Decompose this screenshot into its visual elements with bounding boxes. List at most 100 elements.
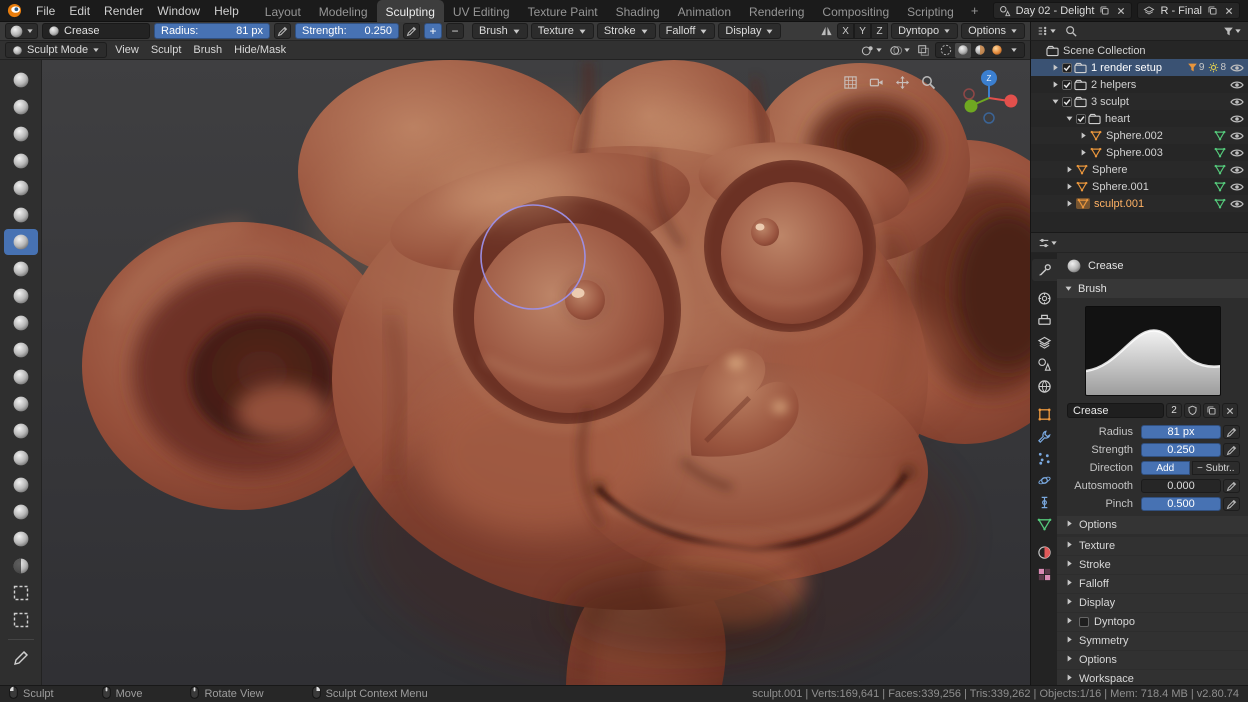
panel-dropdown-display[interactable]: Display — [718, 23, 782, 39]
fake-user-shield-button[interactable] — [1184, 403, 1201, 418]
view-layer-selector[interactable]: R - Final — [1137, 2, 1240, 19]
section-display[interactable]: Display — [1057, 594, 1248, 612]
outliner-row-sphere[interactable]: Sphere — [1031, 161, 1248, 178]
tool-fill-icon[interactable] — [4, 310, 38, 336]
disclosure-right-icon[interactable] — [1065, 182, 1074, 191]
direction-subtr-toggle[interactable]: − Subtr.. — [1191, 461, 1240, 475]
panel-dropdown-falloff[interactable]: Falloff — [658, 23, 716, 39]
tab-compositing[interactable]: Compositing — [813, 0, 898, 22]
tab-uv-editing[interactable]: UV Editing — [444, 0, 519, 22]
tab-texture-paint[interactable]: Texture Paint — [519, 0, 607, 22]
visibility-eye-icon[interactable] — [1230, 63, 1244, 73]
menu-render[interactable]: Render — [97, 0, 150, 22]
tool-simplify-icon[interactable] — [4, 526, 38, 552]
outliner-row-scene-collection[interactable]: Scene Collection — [1031, 42, 1248, 59]
radius-pressure-toggle[interactable] — [274, 23, 291, 39]
gizmos-dropdown[interactable] — [860, 44, 884, 57]
outliner-search-icon[interactable] — [1064, 25, 1078, 37]
remove-view-layer-button[interactable] — [1223, 6, 1235, 16]
disclosure-right-icon[interactable] — [1079, 148, 1088, 157]
shading-solid-button[interactable] — [955, 42, 971, 58]
copy-view-layer-button[interactable] — [1206, 5, 1219, 16]
tool-flatten-icon[interactable] — [4, 283, 38, 309]
pressure-toggle-icon[interactable] — [1223, 497, 1240, 511]
pressure-toggle-icon[interactable] — [1223, 425, 1240, 439]
collection-checkbox[interactable] — [1062, 96, 1072, 107]
panel-dropdown-brush[interactable]: Brush — [472, 23, 528, 39]
menu-help[interactable]: Help — [207, 0, 246, 22]
disclosure-down-icon[interactable] — [1065, 114, 1074, 123]
outliner-row-sphere-003[interactable]: Sphere.003 — [1031, 144, 1248, 161]
section-texture[interactable]: Texture — [1057, 537, 1248, 555]
radius-slider[interactable]: Radius: 81 px — [154, 23, 270, 39]
tool-crease-icon[interactable] — [3, 229, 38, 255]
pan-hand-icon[interactable] — [892, 72, 912, 92]
tool-mask-icon[interactable] — [4, 553, 38, 579]
panel-dropdown-texture[interactable]: Texture — [530, 23, 594, 39]
properties-tab-render[interactable] — [1032, 287, 1057, 309]
navigation-gizmo[interactable]: Z — [960, 68, 1018, 129]
mirror-y-toggle[interactable]: Y — [854, 23, 872, 39]
visibility-eye-icon[interactable] — [1230, 97, 1244, 107]
direction-subtract-toggle[interactable]: − — [446, 23, 464, 39]
section-dyntopo[interactable]: Dyntopo — [1057, 613, 1248, 631]
options-dropdown[interactable]: Options — [961, 23, 1025, 39]
section-stroke[interactable]: Stroke — [1057, 556, 1248, 574]
tool-grab-icon[interactable] — [4, 391, 38, 417]
tab-rendering[interactable]: Rendering — [740, 0, 813, 22]
tool-nudge-icon[interactable] — [4, 472, 38, 498]
properties-tab-constraints[interactable] — [1032, 491, 1057, 513]
unlink-brush-button[interactable] — [1222, 403, 1238, 418]
disclosure-right-icon[interactable] — [1051, 80, 1060, 89]
visibility-eye-icon[interactable] — [1230, 199, 1244, 209]
prop-autosmooth-slider[interactable]: 0.000 — [1141, 479, 1221, 493]
tab-modeling[interactable]: Modeling — [310, 0, 377, 22]
shading-material-button[interactable] — [972, 43, 988, 58]
brush-datablock-field[interactable]: Crease — [42, 23, 150, 39]
outliner-filter-icon[interactable] — [1222, 26, 1243, 37]
strength-pressure-toggle[interactable] — [403, 23, 420, 39]
tool-blob-icon[interactable] — [4, 202, 38, 228]
tool-scrape-icon[interactable] — [4, 337, 38, 363]
mode-dropdown[interactable]: Sculpt Mode — [5, 42, 108, 58]
properties-tab-active-tool[interactable] — [1031, 259, 1057, 281]
tool-inflate-icon[interactable] — [4, 175, 38, 201]
direction-add-toggle[interactable]: Add — [1141, 461, 1190, 475]
tool-box-mask-icon[interactable] — [4, 580, 38, 606]
viewport-menu-sculpt[interactable]: Sculpt — [145, 44, 188, 56]
shading-rendered-button[interactable] — [989, 43, 1005, 58]
outliner-editor-type-button[interactable] — [1036, 25, 1058, 37]
shading-options-caret[interactable] — [1006, 43, 1022, 58]
tool-clay-icon[interactable] — [4, 94, 38, 120]
tab-sculpting[interactable]: Sculpting — [376, 0, 444, 22]
prop-pinch-slider[interactable]: 0.500 — [1141, 497, 1221, 511]
gizmo-y-axis[interactable] — [964, 99, 978, 113]
collection-checkbox[interactable] — [1062, 62, 1072, 73]
properties-tab-texture[interactable] — [1032, 563, 1057, 585]
menu-edit[interactable]: Edit — [62, 0, 97, 22]
brush-panel-header[interactable]: Brush — [1057, 279, 1248, 298]
zoom-icon[interactable] — [918, 72, 938, 92]
visibility-eye-icon[interactable] — [1230, 148, 1244, 158]
menu-window[interactable]: Window — [150, 0, 207, 22]
xray-toggle[interactable] — [916, 44, 931, 57]
properties-tab-object-data[interactable] — [1032, 513, 1057, 535]
collection-checkbox[interactable] — [1076, 113, 1086, 124]
properties-tab-particles[interactable] — [1032, 447, 1057, 469]
prop-radius-slider[interactable]: 81 px — [1141, 425, 1221, 439]
copy-brush-button[interactable] — [1203, 403, 1220, 418]
tab-layout[interactable]: Layout — [256, 0, 310, 22]
tool-annotate-icon[interactable] — [4, 645, 38, 671]
properties-tab-output[interactable] — [1032, 309, 1057, 331]
outliner-row-sphere-001[interactable]: Sphere.001 — [1031, 178, 1248, 195]
properties-tab-view-layer[interactable] — [1032, 331, 1057, 353]
tool-rotate-icon[interactable] — [4, 499, 38, 525]
tab-shading[interactable]: Shading — [607, 0, 669, 22]
tab-animation[interactable]: Animation — [669, 0, 740, 22]
tool-snake-hook-icon[interactable] — [4, 418, 38, 444]
tool-box-hide-icon[interactable] — [4, 607, 38, 633]
visibility-eye-icon[interactable] — [1230, 182, 1244, 192]
section-options[interactable]: Options — [1057, 651, 1248, 669]
add-workspace-button[interactable]: + — [963, 3, 987, 18]
sculpt-scene[interactable] — [42, 60, 1030, 685]
